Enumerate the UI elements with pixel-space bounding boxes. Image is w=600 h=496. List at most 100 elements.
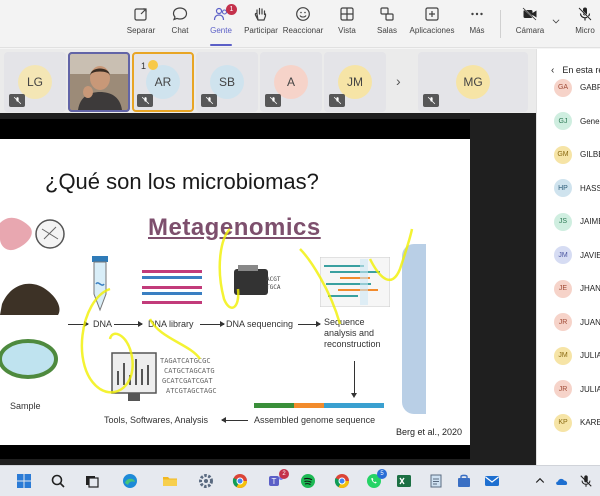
mic-off-icon [427,96,435,105]
participant-tile[interactable]: JM [324,52,386,112]
participant-tile[interactable]: LG [4,52,66,112]
avatar: GJ [554,112,572,131]
shared-screen-stage: ¿Qué son los microbiomas? Metagenomics S… [0,113,536,465]
list-item[interactable]: JSJAIME [537,205,600,239]
apps-button[interactable]: Aplicaciones [408,6,456,46]
chevron-right-icon[interactable]: › [396,73,401,89]
avatar: KP [554,413,572,432]
teams-icon[interactable]: T 2 [266,469,289,491]
participant-tile-video[interactable] [68,52,130,112]
chevron-down-icon [552,19,560,24]
breakout-rooms-icon [380,7,394,21]
list-item[interactable]: JR JUAN [537,306,600,340]
participant-strip: LG 1 AR SB A JM › MG [0,49,536,113]
cloud-icon[interactable] [552,471,572,491]
chevron-left-icon[interactable]: ‹ [551,65,554,76]
mic-off-icon [333,96,341,105]
camera-button[interactable]: Cámara [514,6,546,46]
shared-screen: ¿Qué son los microbiomas? Metagenomics S… [0,119,470,459]
meeting-toolbar: Separar Chat 1 Gente Participar Reaccion… [0,0,600,48]
pop-out-button[interactable]: Separar [127,6,155,46]
react-button[interactable]: Reaccionar [283,6,323,46]
annotation-ink [80,228,414,394]
mic-off-icon [141,96,149,105]
more-button[interactable]: Más [466,6,488,46]
notification-badge: 5 [377,469,387,479]
list-item[interactable]: GMGILBERTO [537,138,600,172]
smiley-icon [296,7,310,21]
toolbar-divider [500,10,501,38]
chrome-icon[interactable] [332,471,352,491]
file-explorer-icon[interactable] [160,471,180,491]
spotify-icon[interactable] [298,471,318,491]
list-item[interactable]: KPKAREN [537,406,600,440]
list-item[interactable]: JMJAVIER [537,239,600,273]
muted-badge [201,94,217,107]
add-apps-icon [425,7,439,21]
panel-title: En esta reunión [562,65,600,75]
presentation-slide: ¿Qué son los microbiomas? Metagenomics S… [0,139,470,445]
avatar: HP [554,179,572,198]
muted-badge [329,94,345,107]
avatar: GM [554,145,572,164]
mic-off-icon[interactable] [576,471,596,491]
muted-badge [423,94,439,107]
muted-badge [9,94,25,107]
more-icon [471,12,483,16]
participant-tile[interactable]: A [260,52,322,112]
people-button[interactable]: 1 Gente [206,4,237,46]
muted-badge [265,94,281,107]
avatar: JS [554,212,572,231]
people-badge: 1 [226,4,237,15]
list-item[interactable]: GAGABRIELA [537,71,600,105]
store-icon[interactable] [454,471,474,491]
pop-out-icon [134,8,147,21]
breakout-rooms-button[interactable]: Salas [376,6,398,46]
participant-tile[interactable]: 1 AR [132,52,194,112]
excel-icon[interactable] [394,471,414,491]
mic-off-icon [13,96,21,105]
avatar: JM [554,246,572,265]
raise-hand-icon [254,7,267,21]
avatar: MG [456,65,490,99]
list-item[interactable]: GJGenesis [537,105,600,139]
avatar: JR [554,313,572,332]
citation: Berg et al., 2020 [395,427,462,437]
chevron-up-icon[interactable] [530,471,550,491]
video-feed-icon [70,54,128,110]
settings-icon[interactable] [196,471,216,491]
search-icon[interactable] [48,471,68,491]
notification-badge: 2 [279,469,289,479]
mic-button[interactable]: Micro [572,6,598,46]
chrome-icon[interactable] [230,471,250,491]
edge-icon[interactable] [120,471,140,491]
participant-tile[interactable]: MG [418,52,528,112]
grid-view-icon [340,7,354,21]
task-view-icon[interactable] [82,471,102,491]
windows-taskbar: T 2 5 [0,465,600,496]
participant-tile[interactable]: SB [196,52,258,112]
participants-panel: ‹ En esta reunión GAGABRIELA GJGenesis G… [536,49,600,465]
avatar: JR [554,380,572,399]
notepad-icon[interactable] [426,471,446,491]
chat-button[interactable]: Chat [168,6,192,46]
participants-list: GAGABRIELA GJGenesis GMGILBERTO HPHASSAN… [537,71,600,440]
windows-start-icon[interactable] [14,471,34,491]
mail-icon[interactable] [482,471,502,491]
avatar: JM [554,346,572,365]
raise-hand-icon [148,60,158,70]
mic-off-icon [578,7,592,21]
muted-badge [137,94,153,107]
avatar: GA [554,78,572,97]
raised-hand-order: 1 [141,61,147,71]
list-item[interactable]: HPHASSAN [537,172,600,206]
list-item[interactable]: JRJULIANA [537,373,600,407]
raise-hand-button[interactable]: Participar [244,6,278,46]
camera-off-icon [522,7,537,21]
svg-text:T: T [272,477,277,486]
whatsapp-icon[interactable]: 5 [364,469,387,491]
view-button[interactable]: Vista [336,6,358,46]
mic-off-icon [269,96,277,105]
list-item[interactable]: JM JULIA [537,339,600,373]
list-item[interactable]: JEJHANELLA [537,272,600,306]
